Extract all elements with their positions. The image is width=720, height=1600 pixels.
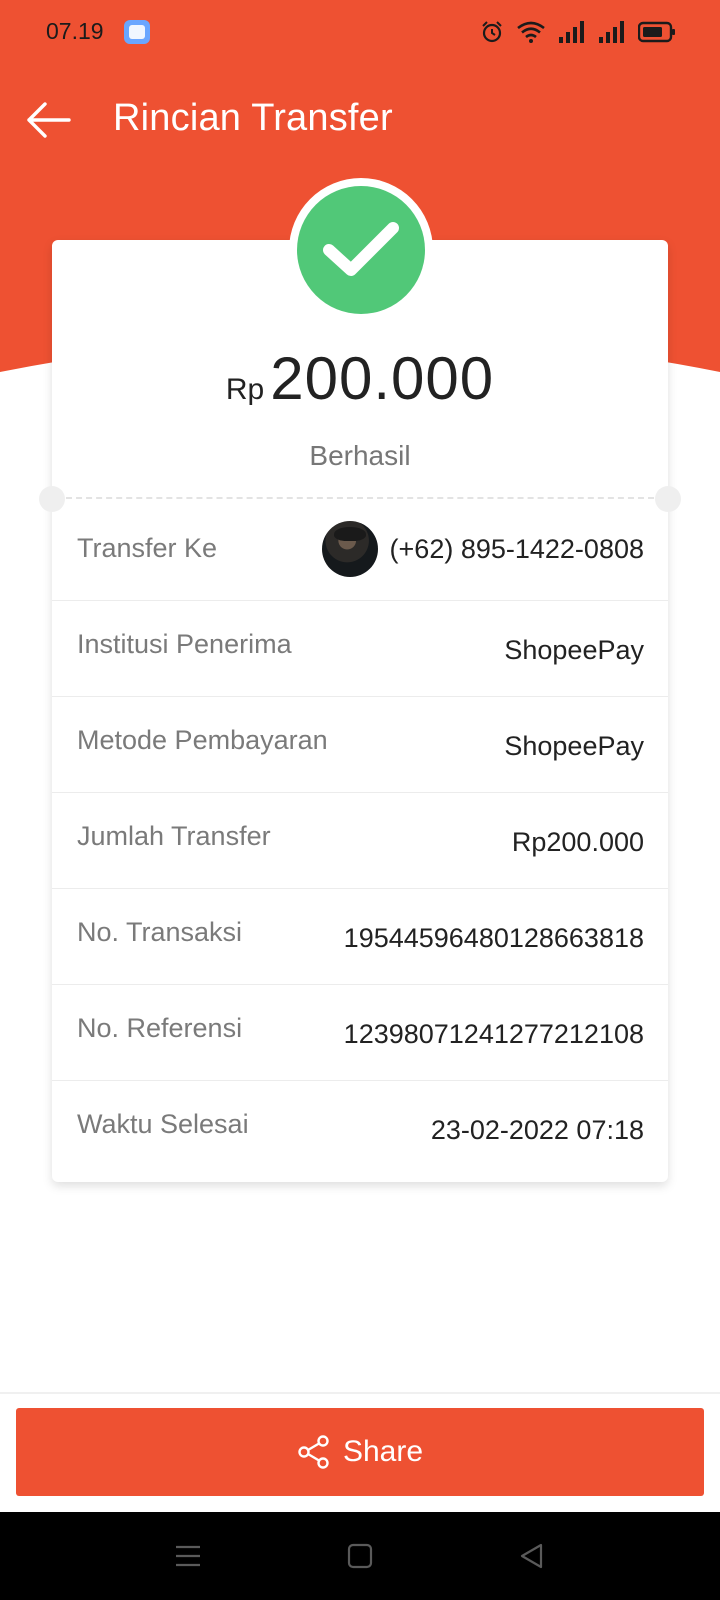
detail-value: ShopeePay <box>504 635 644 665</box>
transfer-receipt-card: Rp 200.000 Berhasil Transfer Ke (+62) 895… <box>39 240 681 1182</box>
footer-divider <box>0 1392 720 1394</box>
success-badge <box>289 178 433 322</box>
arrow-left-icon <box>27 102 71 138</box>
system-nav-bar <box>0 1512 720 1600</box>
signal-icon <box>599 21 624 43</box>
detail-value: 19544596480128663818 <box>343 923 644 953</box>
share-icon <box>298 1435 329 1469</box>
detail-row-transfer-ke: Transfer Ke (+62) 895-1422-0808 <box>52 505 668 601</box>
detail-label: Metode Pembayaran <box>77 725 328 755</box>
detail-label: No. Transaksi <box>77 917 243 947</box>
alarm-icon <box>482 21 502 43</box>
transfer-status: Berhasil <box>309 440 411 471</box>
menu-icon <box>176 1545 200 1567</box>
detail-row-metode-pembayaran: Metode Pembayaran ShopeePay <box>52 697 668 793</box>
detail-label: Transfer Ke <box>77 533 218 563</box>
share-label: Share <box>342 1435 424 1468</box>
detail-value: Rp200.000 <box>511 827 644 857</box>
dashed-divider <box>66 497 654 499</box>
detail-label: Waktu Selesai <box>77 1109 249 1139</box>
home-button[interactable] <box>340 1538 380 1574</box>
wifi-icon <box>517 21 545 43</box>
details-list: Transfer Ke (+62) 895-1422-0808 Institus… <box>52 505 668 1177</box>
detail-row-no-referensi: No. Referensi 12398071241277212108 <box>52 985 668 1081</box>
share-button[interactable]: Share <box>16 1408 704 1496</box>
detail-value: (+62) 895-1422-0808 <box>389 533 644 564</box>
detail-row-jumlah-transfer: Jumlah Transfer Rp200.000 <box>52 793 668 889</box>
page-title: Rincian Transfer <box>113 97 393 139</box>
home-square-icon <box>347 1543 373 1569</box>
detail-row-no-transaksi: No. Transaksi 19544596480128663818 <box>52 889 668 985</box>
success-circle <box>297 186 425 314</box>
detail-row-waktu-selesai: Waktu Selesai 23-02-2022 07:18 <box>52 1081 668 1177</box>
system-back-button[interactable] <box>512 1538 552 1574</box>
checkmark-icon <box>323 222 399 276</box>
detail-value: ShopeePay <box>504 731 644 761</box>
battery-icon <box>638 21 675 43</box>
back-triangle-icon <box>520 1543 543 1569</box>
menu-button[interactable] <box>168 1538 208 1574</box>
signal-icon <box>559 21 584 43</box>
detail-value: 12398071241277212108 <box>343 1019 644 1049</box>
recipient: (+62) 895-1422-0808 <box>321 521 644 577</box>
detail-row-institusi-penerima: Institusi Penerima ShopeePay <box>52 601 668 697</box>
status-bar: 07.19 <box>0 0 720 64</box>
avatar <box>321 521 378 577</box>
detail-label: Jumlah Transfer <box>77 821 271 851</box>
app-notification-icon <box>124 20 150 44</box>
detail-value: 23-02-2022 07:18 <box>430 1115 644 1145</box>
back-button[interactable] <box>22 94 74 146</box>
app-bar: Rincian Transfer <box>0 80 720 160</box>
amount-currency: Rp <box>225 373 265 406</box>
detail-label: Institusi Penerima <box>77 629 292 659</box>
amount-value: 200.000 <box>270 345 495 412</box>
status-icons <box>480 18 676 46</box>
transfer-amount: Rp 200.000 <box>52 344 668 413</box>
detail-label: No. Referensi <box>77 1013 243 1043</box>
status-time: 07.19 <box>46 18 104 44</box>
